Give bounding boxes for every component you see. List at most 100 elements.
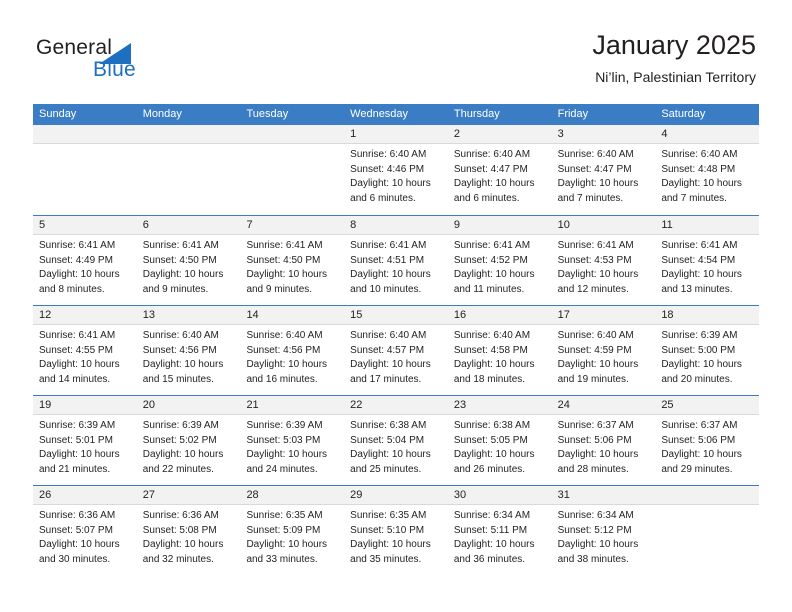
day-cell-28[interactable]: 28 Sunrise: 6:35 AM Sunset: 5:09 PM Dayligh…	[240, 486, 345, 575]
weekday-header-thursday: Thursday	[453, 108, 500, 120]
day-details: Sunrise: 6:38 AM Sunset: 5:04 PM Daylight:…	[344, 415, 448, 477]
day-number: 18	[661, 309, 674, 321]
weekday-header-row: Sunday Monday Tuesday Wednesday Thursday Frid…	[33, 104, 759, 125]
day-details: Sunrise: 6:35 AM Sunset: 5:10 PM Daylight:…	[344, 505, 448, 567]
day-cell-25[interactable]: 25 Sunrise: 6:37 AM Sunset: 5:06 PM Dayligh…	[655, 396, 760, 485]
day-detail-line: Daylight: 10 hours	[661, 449, 742, 460]
day-cell-empty	[655, 486, 760, 575]
day-number-band: 28	[240, 486, 345, 505]
day-detail-line: and 36 minutes.	[453, 553, 526, 565]
day-detail-line: Daylight: 10 hours	[557, 269, 639, 280]
day-detail-line: Daylight: 10 hours	[661, 178, 742, 189]
day-cell-30[interactable]: 30 Sunrise: 6:34 AM Sunset: 5:11 PM Dayligh…	[447, 486, 552, 575]
day-detail-line: Sunset: 5:06 PM	[557, 434, 632, 446]
day-number-band: 14	[240, 306, 345, 325]
title-block: January 2025 Ni’lin, Palestinian Territo…	[592, 28, 756, 88]
day-detail-line: Daylight: 10 hours	[453, 449, 535, 460]
general-blue-logo[interactable]: General Blue	[36, 36, 196, 88]
day-cell-23[interactable]: 23 Sunrise: 6:38 AM Sunset: 5:05 PM Dayligh…	[447, 396, 552, 485]
day-cell-31[interactable]: 31 Sunrise: 6:34 AM Sunset: 5:12 PM Dayligh…	[551, 486, 656, 575]
day-detail-line: Sunrise: 6:40 AM	[246, 330, 323, 341]
day-number: 29	[350, 489, 363, 501]
day-number: 27	[142, 489, 155, 501]
day-details: Sunrise: 6:40 AM Sunset: 4:57 PM Daylight:…	[344, 325, 448, 387]
day-number-band: 15	[344, 306, 448, 325]
day-detail-line: Daylight: 10 hours	[246, 539, 328, 550]
day-cell-27[interactable]: 27 Sunrise: 6:36 AM Sunset: 5:08 PM Dayligh…	[136, 486, 241, 575]
day-details: Sunrise: 6:36 AM Sunset: 5:08 PM Daylight:…	[137, 505, 241, 567]
day-cell-6[interactable]: 6 Sunrise: 6:41 AM Sunset: 4:50 PM Daylight…	[136, 216, 241, 305]
day-cell-22[interactable]: 22 Sunrise: 6:38 AM Sunset: 5:04 PM Dayligh…	[344, 396, 448, 485]
day-cell-8[interactable]: 8 Sunrise: 6:41 AM Sunset: 4:51 PM Daylight…	[344, 216, 448, 305]
day-details: Sunrise: 6:40 AM Sunset: 4:48 PM Daylight:…	[655, 144, 759, 206]
day-cell-11[interactable]: 11 Sunrise: 6:41 AM Sunset: 4:54 PM Dayligh…	[655, 216, 760, 305]
day-cell-13[interactable]: 13 Sunrise: 6:40 AM Sunset: 4:56 PM Dayligh…	[136, 306, 241, 395]
day-detail-line: and 13 minutes.	[661, 283, 733, 295]
day-cell-12[interactable]: 12 Sunrise: 6:41 AM Sunset: 4:55 PM Dayligh…	[33, 306, 137, 395]
day-number-band: 11	[655, 216, 760, 235]
day-detail-line: Daylight: 10 hours	[246, 449, 328, 460]
day-detail-line: and 20 minutes.	[661, 373, 733, 385]
day-cell-15[interactable]: 15 Sunrise: 6:40 AM Sunset: 4:57 PM Dayligh…	[344, 306, 448, 395]
day-detail-line: Sunset: 5:10 PM	[350, 524, 425, 536]
day-cell-20[interactable]: 20 Sunrise: 6:39 AM Sunset: 5:02 PM Dayligh…	[136, 396, 241, 485]
day-cell-29[interactable]: 29 Sunrise: 6:35 AM Sunset: 5:10 PM Dayligh…	[344, 486, 448, 575]
day-cell-14[interactable]: 14 Sunrise: 6:40 AM Sunset: 4:56 PM Dayligh…	[240, 306, 345, 395]
day-cell-19[interactable]: 19 Sunrise: 6:39 AM Sunset: 5:01 PM Dayligh…	[33, 396, 137, 485]
day-detail-line: Sunset: 4:56 PM	[246, 344, 321, 356]
day-detail-line: Daylight: 10 hours	[39, 449, 120, 460]
day-number-band: 10	[551, 216, 656, 235]
day-number: 24	[557, 399, 570, 411]
day-detail-line: Sunset: 4:49 PM	[39, 254, 113, 266]
day-details: Sunrise: 6:41 AM Sunset: 4:50 PM Daylight:…	[137, 235, 241, 297]
day-number-band	[240, 125, 345, 144]
day-detail-line: Daylight: 10 hours	[39, 359, 120, 370]
day-cell-empty	[33, 125, 137, 215]
day-cell-1[interactable]: 1 Sunrise: 6:40 AM Sunset: 4:46 PM Daylight…	[344, 125, 448, 215]
day-detail-line: Daylight: 10 hours	[453, 359, 535, 370]
day-number: 16	[453, 309, 467, 321]
day-cell-9[interactable]: 9 Sunrise: 6:41 AM Sunset: 4:52 PM Daylight…	[447, 216, 552, 305]
day-cell-18[interactable]: 18 Sunrise: 6:39 AM Sunset: 5:00 PM Dayligh…	[655, 306, 760, 395]
day-cell-4[interactable]: 4 Sunrise: 6:40 AM Sunset: 4:48 PM Daylight…	[655, 125, 760, 215]
day-number: 6	[142, 219, 149, 231]
day-detail-line: Sunset: 4:57 PM	[350, 344, 425, 356]
calendar-week-row: 19 Sunrise: 6:39 AM Sunset: 5:01 PM Dayligh…	[33, 395, 760, 485]
day-detail-line: Sunrise: 6:38 AM	[350, 420, 427, 431]
day-detail-line: Sunset: 5:04 PM	[350, 434, 425, 446]
day-detail-line: Sunset: 4:47 PM	[453, 163, 528, 175]
day-detail-line: Sunrise: 6:40 AM	[661, 149, 738, 160]
day-number-band: 9	[447, 216, 552, 235]
day-cell-3[interactable]: 3 Sunrise: 6:40 AM Sunset: 4:47 PM Daylight…	[551, 125, 656, 215]
day-cell-17[interactable]: 17 Sunrise: 6:40 AM Sunset: 4:59 PM Dayligh…	[551, 306, 656, 395]
day-number-band: 5	[33, 216, 137, 235]
day-number-band	[136, 125, 241, 144]
day-detail-line: Sunset: 5:08 PM	[142, 524, 217, 536]
day-number: 4	[661, 128, 668, 140]
day-details: Sunrise: 6:37 AM Sunset: 5:06 PM Daylight:…	[655, 415, 759, 477]
page-title: January 2025	[592, 30, 756, 60]
day-detail-line: Sunset: 4:59 PM	[557, 344, 632, 356]
day-number-band: 8	[344, 216, 448, 235]
day-detail-line: Sunset: 5:07 PM	[39, 524, 113, 536]
day-number: 9	[453, 219, 460, 231]
day-cell-26[interactable]: 26 Sunrise: 6:36 AM Sunset: 5:07 PM Dayligh…	[33, 486, 137, 575]
day-cell-10[interactable]: 10 Sunrise: 6:41 AM Sunset: 4:53 PM Dayligh…	[551, 216, 656, 305]
day-number: 12	[39, 309, 52, 321]
weekday-header-friday: Friday	[557, 108, 589, 120]
day-cell-24[interactable]: 24 Sunrise: 6:37 AM Sunset: 5:06 PM Dayligh…	[551, 396, 656, 485]
day-cell-5[interactable]: 5 Sunrise: 6:41 AM Sunset: 4:49 PM Daylight…	[33, 216, 137, 305]
day-details: Sunrise: 6:35 AM Sunset: 5:09 PM Daylight:…	[240, 505, 344, 567]
day-cell-2[interactable]: 2 Sunrise: 6:40 AM Sunset: 4:47 PM Daylight…	[447, 125, 552, 215]
day-cell-21[interactable]: 21 Sunrise: 6:39 AM Sunset: 5:03 PM Dayligh…	[240, 396, 345, 485]
day-details: Sunrise: 6:39 AM Sunset: 5:03 PM Daylight:…	[240, 415, 344, 477]
day-detail-line: and 16 minutes.	[246, 373, 318, 385]
day-number-band: 21	[240, 396, 345, 415]
day-detail-line: Sunset: 4:56 PM	[142, 344, 217, 356]
day-cell-16[interactable]: 16 Sunrise: 6:40 AM Sunset: 4:58 PM Dayligh…	[447, 306, 552, 395]
day-cell-7[interactable]: 7 Sunrise: 6:41 AM Sunset: 4:50 PM Daylight…	[240, 216, 345, 305]
day-details	[33, 144, 137, 148]
day-detail-line: and 25 minutes.	[350, 463, 422, 475]
day-detail-line: Sunrise: 6:40 AM	[453, 149, 531, 160]
day-number-band: 31	[551, 486, 656, 505]
